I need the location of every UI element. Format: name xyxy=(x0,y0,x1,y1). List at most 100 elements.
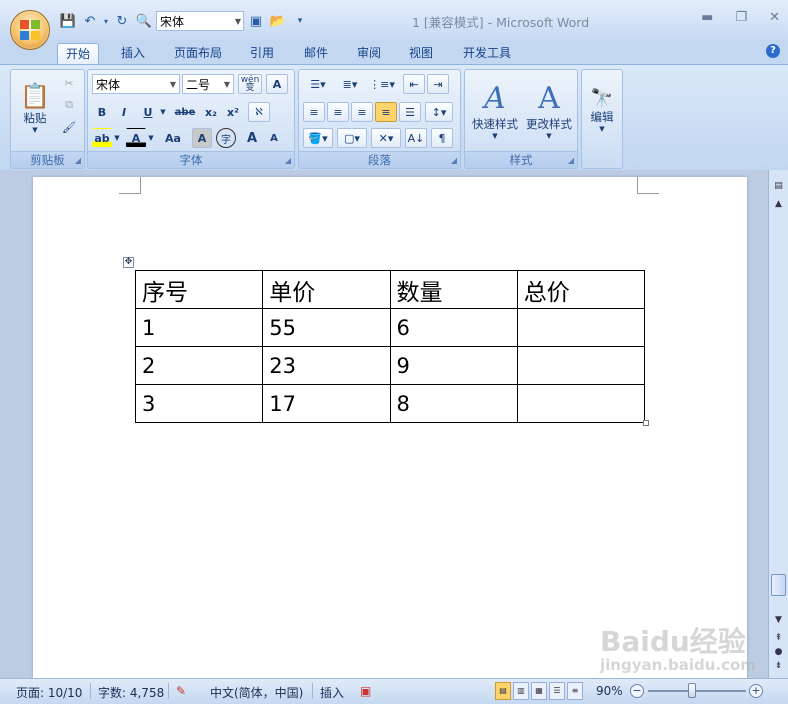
scrollbar-thumb[interactable] xyxy=(771,574,786,596)
font-name-combo[interactable]: 宋体 ▼ xyxy=(92,74,180,94)
print-preview-icon[interactable]: 🔍 xyxy=(134,11,154,31)
justify-icon[interactable]: ≡ xyxy=(375,102,397,122)
italic-button[interactable]: I xyxy=(114,102,134,122)
font-quick-combo[interactable]: 宋体 ▼ xyxy=(156,11,244,31)
editing-button[interactable]: 🔭 编辑 ▼ xyxy=(584,74,620,146)
underline-button[interactable]: U xyxy=(138,102,158,122)
tab-view[interactable]: 视图 xyxy=(401,43,441,64)
decrease-indent-icon[interactable]: ⇤ xyxy=(403,74,425,94)
align-left-icon[interactable]: ≡ xyxy=(303,102,325,122)
numbering-icon[interactable]: ≣▾ xyxy=(335,74,365,94)
chevron-down-icon[interactable]: ▼ xyxy=(158,102,168,122)
table-cell[interactable] xyxy=(516,308,646,347)
change-styles-button[interactable]: A 更改样式 ▼ xyxy=(523,74,575,146)
maximize-icon[interactable]: ❐ xyxy=(735,10,747,25)
data-table[interactable]: 序号 单价 数量 总价 1 55 6 2 23 9 3 17 8 xyxy=(134,270,646,423)
bullets-icon[interactable]: ☰▾ xyxy=(303,74,333,94)
undo-dropdown-icon[interactable]: ▾ xyxy=(102,11,110,31)
tab-page-layout[interactable]: 页面布局 xyxy=(166,43,230,64)
scroll-down-icon[interactable]: ▼ xyxy=(770,612,787,629)
show-marks-icon[interactable]: ¶ xyxy=(431,128,453,148)
macro-record-icon[interactable]: ▣ xyxy=(360,684,371,698)
zoom-slider-track[interactable] xyxy=(648,690,746,692)
shrink-font-button[interactable]: A xyxy=(264,128,284,148)
align-center-icon[interactable]: ≡ xyxy=(327,102,349,122)
tab-review[interactable]: 审阅 xyxy=(349,43,389,64)
chevron-down-icon[interactable]: ▼ xyxy=(146,128,156,148)
table-header-cell[interactable]: 数量 xyxy=(389,270,518,309)
chevron-down-icon[interactable]: ▼ xyxy=(112,128,122,148)
next-page-icon[interactable]: ⇟ xyxy=(770,658,787,675)
zoom-in-icon[interactable]: + xyxy=(749,684,763,698)
tab-mailings[interactable]: 邮件 xyxy=(296,43,336,64)
zoom-out-icon[interactable]: − xyxy=(630,684,644,698)
web-layout-icon[interactable]: ▦ xyxy=(531,682,547,700)
font-color-button[interactable]: A xyxy=(126,128,146,148)
bold-button[interactable]: B xyxy=(92,102,112,122)
table-cell[interactable]: 3 xyxy=(134,384,264,423)
asian-layout-icon[interactable]: ✕▾ xyxy=(371,128,401,148)
outline-view-icon[interactable]: ☰ xyxy=(549,682,565,700)
line-spacing-icon[interactable]: ↕▾ xyxy=(425,102,453,122)
dialog-launcher-icon[interactable]: ◢ xyxy=(568,156,574,165)
highlight-button[interactable]: ab xyxy=(92,128,112,148)
dialog-launcher-icon[interactable]: ◢ xyxy=(285,156,291,165)
dialog-launcher-icon[interactable]: ◢ xyxy=(451,156,457,165)
tab-developer[interactable]: 开发工具 xyxy=(455,43,519,64)
distributed-icon[interactable]: ☰ xyxy=(399,102,421,122)
table-cell[interactable]: 55 xyxy=(262,308,391,347)
font-size-combo[interactable]: 二号 ▼ xyxy=(182,74,234,94)
table-header-cell[interactable]: 序号 xyxy=(134,270,264,309)
open-folder-icon[interactable]: 📂 xyxy=(268,11,288,31)
redo-icon[interactable]: ↻ xyxy=(112,11,132,31)
table-cell[interactable]: 2 xyxy=(134,346,264,385)
table-cell[interactable] xyxy=(516,346,646,385)
paste-button[interactable]: 📋 粘贴 ▼ xyxy=(17,74,53,142)
insert-mode[interactable]: 插入 xyxy=(320,684,344,701)
subscript-button[interactable]: x₂ xyxy=(200,102,222,122)
office-button[interactable] xyxy=(10,10,50,50)
table-cell[interactable]: 17 xyxy=(262,384,391,423)
vertical-scrollbar[interactable]: ▤ ▲ ▼ ⇞ ● ⇟ xyxy=(768,170,788,678)
border-icon[interactable]: ▢▾ xyxy=(337,128,367,148)
table-cell[interactable]: 8 xyxy=(389,384,518,423)
cut-icon[interactable]: ✂ xyxy=(59,74,79,92)
customize-qat-icon[interactable]: ▾ xyxy=(290,11,310,31)
clear-format-icon[interactable]: ℵ xyxy=(248,102,270,122)
scroll-up-icon[interactable]: ▲ xyxy=(770,196,787,213)
enclose-char-button[interactable]: 字 xyxy=(216,128,236,148)
grow-font-button[interactable]: A xyxy=(242,128,262,148)
table-cell[interactable]: 1 xyxy=(134,308,264,347)
zoom-slider-thumb[interactable] xyxy=(688,683,696,698)
format-painter-icon[interactable]: 🖌 xyxy=(59,118,79,136)
table-cell[interactable] xyxy=(516,384,646,423)
spell-check-icon[interactable]: ✎ xyxy=(176,684,186,698)
tab-references[interactable]: 引用 xyxy=(242,43,282,64)
table-cell[interactable]: 9 xyxy=(389,346,518,385)
tab-insert[interactable]: 插入 xyxy=(113,43,153,64)
multilevel-list-icon[interactable]: ⋮≡▾ xyxy=(367,74,397,94)
increase-indent-icon[interactable]: ⇥ xyxy=(427,74,449,94)
copy-format-icon[interactable]: ⧉ xyxy=(59,96,79,114)
minimize-icon[interactable]: ▬ xyxy=(701,10,713,25)
word-count[interactable]: 字数: 4,758 xyxy=(98,684,164,701)
table-header-cell[interactable]: 总价 xyxy=(516,270,646,309)
change-case-button[interactable]: Aa xyxy=(160,128,186,148)
table-header-cell[interactable]: 单价 xyxy=(262,270,391,309)
sort-icon[interactable]: A↓ xyxy=(405,128,427,148)
align-right-icon[interactable]: ≡ xyxy=(351,102,373,122)
char-border-button[interactable]: A xyxy=(266,74,288,94)
strikethrough-button[interactable]: abe xyxy=(172,102,198,122)
phonetic-guide-button[interactable]: wén 变 xyxy=(238,74,262,94)
close-icon[interactable]: ✕ xyxy=(769,10,780,25)
save-icon[interactable]: 💾 xyxy=(58,11,78,31)
table-resize-handle[interactable] xyxy=(643,420,649,426)
language-indicator[interactable]: 中文(简体，中国) xyxy=(210,684,303,701)
print-layout-icon[interactable]: ▤ xyxy=(495,682,511,700)
ruler-toggle-icon[interactable]: ▤ xyxy=(770,178,787,195)
full-screen-reading-icon[interactable]: ▥ xyxy=(513,682,529,700)
undo-icon[interactable]: ↶ xyxy=(80,11,100,31)
char-shading-button[interactable]: A xyxy=(192,128,212,148)
table-move-handle-icon[interactable]: ✥ xyxy=(123,257,134,268)
dialog-launcher-icon[interactable]: ◢ xyxy=(75,156,81,165)
